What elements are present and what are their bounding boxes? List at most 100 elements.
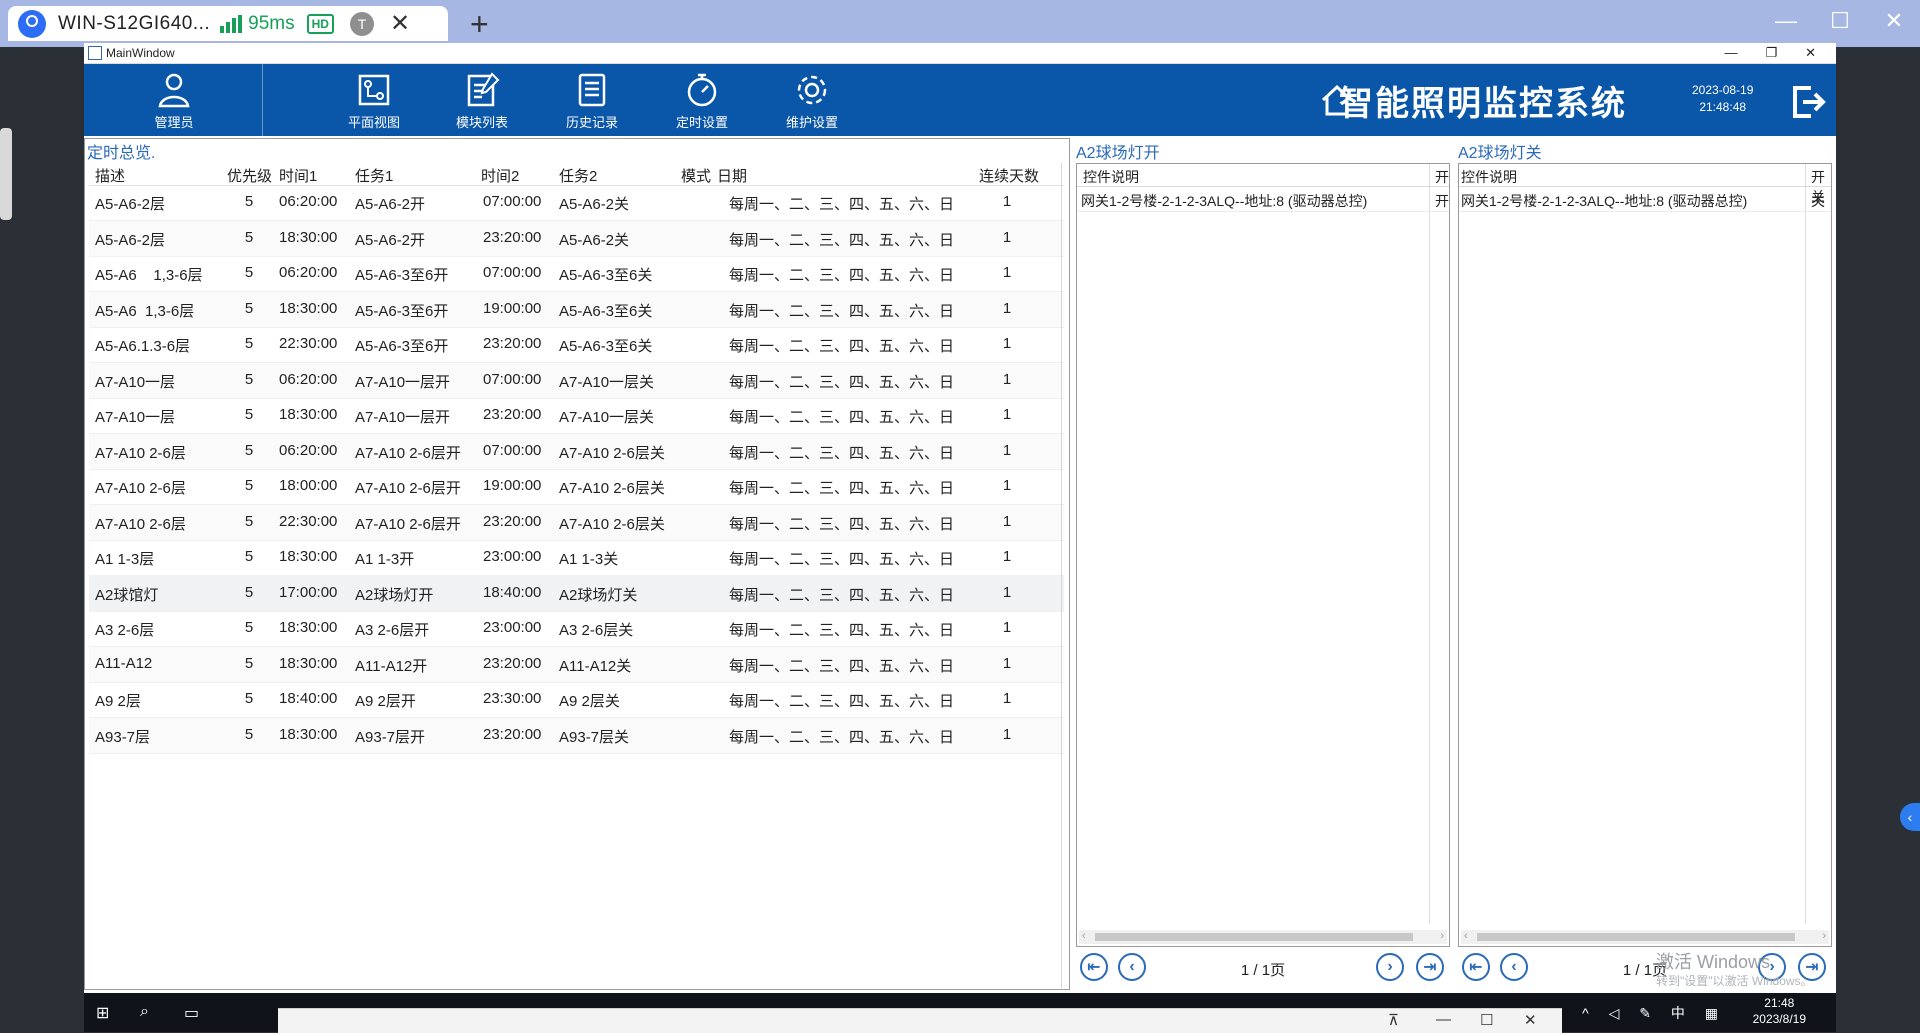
maximize-icon[interactable]: ☐ bbox=[1824, 8, 1856, 34]
col-time2[interactable]: 时间2 bbox=[481, 165, 519, 186]
signal-icon bbox=[220, 14, 243, 33]
cell-priority: 5 bbox=[244, 299, 254, 317]
on-panel-row[interactable]: 网关1-2号楼-2-1-2-3ALQ--地址:8 (驱动器总控) 开 bbox=[1077, 187, 1449, 212]
table-row[interactable]: A5-A6 1,3-6层 5 18:30:00 A5-A6-3至6开 19:00:00 A… bbox=[89, 291, 1064, 328]
taskbar-clock[interactable]: 21:48 2023/8/19 bbox=[1753, 995, 1806, 1027]
table-row[interactable]: A5-A6.1.3-6层 5 22:30:00 A5-A6-3至6开 23:20:00 A… bbox=[89, 327, 1064, 363]
system-title: 智能照明监控系统 bbox=[1339, 85, 1627, 123]
table-row[interactable]: A7-A10一层 5 06:20:00 A7-A10一层开 07:00:00 A7-A10… bbox=[89, 362, 1064, 399]
table-row[interactable]: A93-7层 5 18:30:00 A93-7层开 23:20:00 A93-7层关 每周一… bbox=[89, 717, 1064, 754]
cell-time1: 18:30:00 bbox=[279, 725, 338, 743]
cell-desc: A5-A6 1,3-6层 bbox=[95, 302, 195, 320]
module-list-label: 模块列表 bbox=[455, 114, 508, 130]
module-list-button[interactable]: 模块列表 bbox=[442, 64, 522, 136]
cell-days: 1 bbox=[1002, 583, 1012, 601]
close-tab-icon[interactable]: ✕ bbox=[390, 9, 410, 38]
cell-task2: A7-A10一层关 bbox=[559, 409, 655, 426]
table-row[interactable]: A5-A6-2层 5 18:30:00 A5-A6-2开 23:20:00 A5-A6-2… bbox=[89, 220, 1064, 257]
minimize-icon[interactable]: — bbox=[1724, 45, 1737, 61]
next-page-icon[interactable]: › bbox=[1376, 953, 1404, 981]
cell-task2: A7-A10 2-6层关 bbox=[559, 444, 665, 462]
search-icon[interactable]: ⌕ bbox=[140, 1003, 149, 1021]
timer-settings-button[interactable]: 定时设置 bbox=[662, 64, 742, 136]
history-button[interactable]: 历史记录 bbox=[552, 64, 632, 136]
window-titlebar: MainWindow — ❐ ✕ bbox=[84, 43, 1836, 64]
admin-button[interactable]: 管理员 bbox=[134, 64, 214, 136]
off-task-panel: 控件说明 开关 网关1-2号楼-2-1-2-3ALQ--地址:8 (驱动器总控)… bbox=[1458, 163, 1832, 947]
on-panel-header: 控件说明 开 bbox=[1077, 164, 1449, 187]
table-row[interactable]: A7-A10 2-6层 5 22:30:00 A7-A10 2-6层开 23:20:00… bbox=[89, 504, 1064, 541]
off-col-desc[interactable]: 控件说明 bbox=[1461, 167, 1517, 187]
table-row[interactable]: A11-A12 5 18:30:00 A11-A12开 23:20:00 A11-A12关… bbox=[89, 646, 1064, 683]
tray-icons[interactable]: ^ ◁ ✎ 中 ▦ bbox=[1582, 1003, 1726, 1023]
hd-badge[interactable]: HD bbox=[306, 13, 334, 34]
col-desc[interactable]: 描述 bbox=[95, 165, 125, 186]
col-days[interactable]: 连续天数 bbox=[979, 165, 1039, 186]
minimize-icon[interactable]: — bbox=[1436, 1011, 1451, 1028]
off-panel-row[interactable]: 网关1-2号楼-2-1-2-3ALQ--地址:8 (驱动器总控) 关 bbox=[1459, 187, 1831, 212]
col-time1[interactable]: 时间1 bbox=[279, 165, 317, 186]
on-col-switch[interactable]: 开 bbox=[1435, 167, 1449, 187]
ime-indicator[interactable]: 中 bbox=[1671, 1005, 1693, 1021]
col-task1[interactable]: 任务1 bbox=[355, 165, 393, 186]
last-page-icon[interactable]: ⇥ bbox=[1416, 953, 1444, 981]
cell-time2: 07:00:00 bbox=[483, 264, 542, 281]
restore-icon[interactable]: ☐ bbox=[1480, 1011, 1493, 1029]
cell-time1: 22:30:00 bbox=[279, 335, 338, 352]
cell-time1: 18:30:00 bbox=[279, 299, 338, 317]
cell-time1: 18:30:00 bbox=[279, 406, 338, 423]
on-panel-hscrollbar[interactable]: ‹ › bbox=[1079, 930, 1447, 944]
col-date[interactable]: 日期 bbox=[717, 165, 747, 186]
table-row[interactable]: A7-A10一层 5 18:30:00 A7-A10一层开 23:20:00 A7-A10… bbox=[89, 398, 1064, 434]
logout-icon[interactable] bbox=[1789, 82, 1829, 122]
maintenance-button[interactable]: 维护设置 bbox=[772, 64, 852, 136]
new-tab-icon[interactable]: + bbox=[470, 6, 489, 43]
floor-plan-button[interactable]: 平面视图 bbox=[334, 64, 414, 136]
task-view-icon[interactable]: ▭ bbox=[184, 1003, 199, 1023]
table-row[interactable]: A7-A10 2-6层 5 06:20:00 A7-A10 2-6层开 07:00:00… bbox=[89, 433, 1064, 470]
pin-icon[interactable]: ⊼ bbox=[1388, 1011, 1399, 1029]
col-task2[interactable]: 任务2 bbox=[559, 165, 597, 186]
minimize-icon[interactable]: — bbox=[1770, 8, 1802, 34]
cell-time1: 06:20:00 bbox=[279, 441, 338, 459]
side-handle[interactable] bbox=[0, 128, 12, 220]
account-badge[interactable]: T bbox=[349, 11, 374, 36]
col-priority[interactable]: 优先级 bbox=[227, 165, 272, 186]
table-row[interactable]: A7-A10 2-6层 5 18:00:00 A7-A10 2-6层开 19:00:00… bbox=[89, 469, 1064, 505]
remote-session-tab[interactable]: WIN-S12GI640... 95ms HD T ✕ bbox=[8, 6, 448, 41]
cell-time1: 18:40:00 bbox=[279, 690, 338, 707]
cell-task1: A7-A10一层开 bbox=[355, 409, 451, 426]
cell-days: 1 bbox=[1002, 690, 1012, 707]
cell-priority: 5 bbox=[244, 654, 254, 672]
table-row[interactable]: A5-A6 1,3-6层 5 06:20:00 A5-A6-3至6开 07:00:00 A… bbox=[89, 256, 1064, 292]
off-panel-hscrollbar[interactable]: ‹ › bbox=[1461, 930, 1829, 944]
col-mode[interactable]: 模式 bbox=[681, 165, 711, 186]
cell-time1: 18:30:00 bbox=[279, 548, 338, 565]
table-row[interactable]: A9 2层 5 18:40:00 A9 2层开 23:30:00 A9 2层关 每周一、二、… bbox=[89, 682, 1064, 718]
restore-icon[interactable]: ❐ bbox=[1765, 45, 1777, 61]
cell-task1: A7-A10 2-6层开 bbox=[355, 480, 461, 497]
cell-task1: A5-A6-3至6开 bbox=[355, 267, 449, 284]
close-icon[interactable]: ✕ bbox=[1805, 45, 1816, 61]
table-row[interactable]: A3 2-6层 5 18:30:00 A3 2-6层开 23:00:00 A3 2-6层关… bbox=[89, 611, 1064, 647]
table-row[interactable]: A1 1-3层 5 18:30:00 A1 1-3开 23:00:00 A1 1-3关 每周… bbox=[89, 540, 1064, 576]
windows-start-icon[interactable]: ⊞ bbox=[96, 1003, 109, 1023]
cell-date: 每周一、二、三、四、五、六、日 bbox=[729, 373, 955, 391]
off-row-switch: 关 bbox=[1811, 193, 1825, 209]
cell-priority: 5 bbox=[244, 264, 254, 281]
schedule-table-header: 描述 优先级 时间1 任务1 时间2 任务2 模式 日期 连续天数 bbox=[89, 163, 1064, 186]
close-icon[interactable]: ✕ bbox=[1524, 1011, 1537, 1029]
off-col-divider bbox=[1805, 164, 1806, 924]
close-window-icon[interactable]: ✕ bbox=[1878, 8, 1910, 34]
table-row[interactable]: A5-A6-2层 5 06:20:00 A5-A6-2开 07:00:00 A5-A6-2… bbox=[89, 185, 1064, 221]
cell-task2: A93-7层关 bbox=[559, 728, 630, 746]
table-row[interactable]: A2球馆灯 5 17:00:00 A2球场灯开 18:40:00 A2球场灯关 每周一、二、… bbox=[89, 575, 1064, 612]
cell-priority: 5 bbox=[244, 228, 254, 246]
cell-time2: 19:00:00 bbox=[483, 477, 542, 494]
on-col-desc[interactable]: 控件说明 bbox=[1083, 167, 1139, 187]
schedule-overview-panel: 定时总览. 描述 优先级 时间1 任务1 时间2 任务2 模式 日期 连续天数 … bbox=[84, 138, 1070, 990]
cell-task1: A2球场灯开 bbox=[355, 586, 434, 604]
cell-days: 1 bbox=[1002, 370, 1012, 388]
side-collapse-icon[interactable]: ‹ bbox=[1900, 803, 1920, 831]
remote-tab-bar: WIN-S12GI640... 95ms HD T ✕ + — ☐ ✕ bbox=[0, 0, 1920, 47]
